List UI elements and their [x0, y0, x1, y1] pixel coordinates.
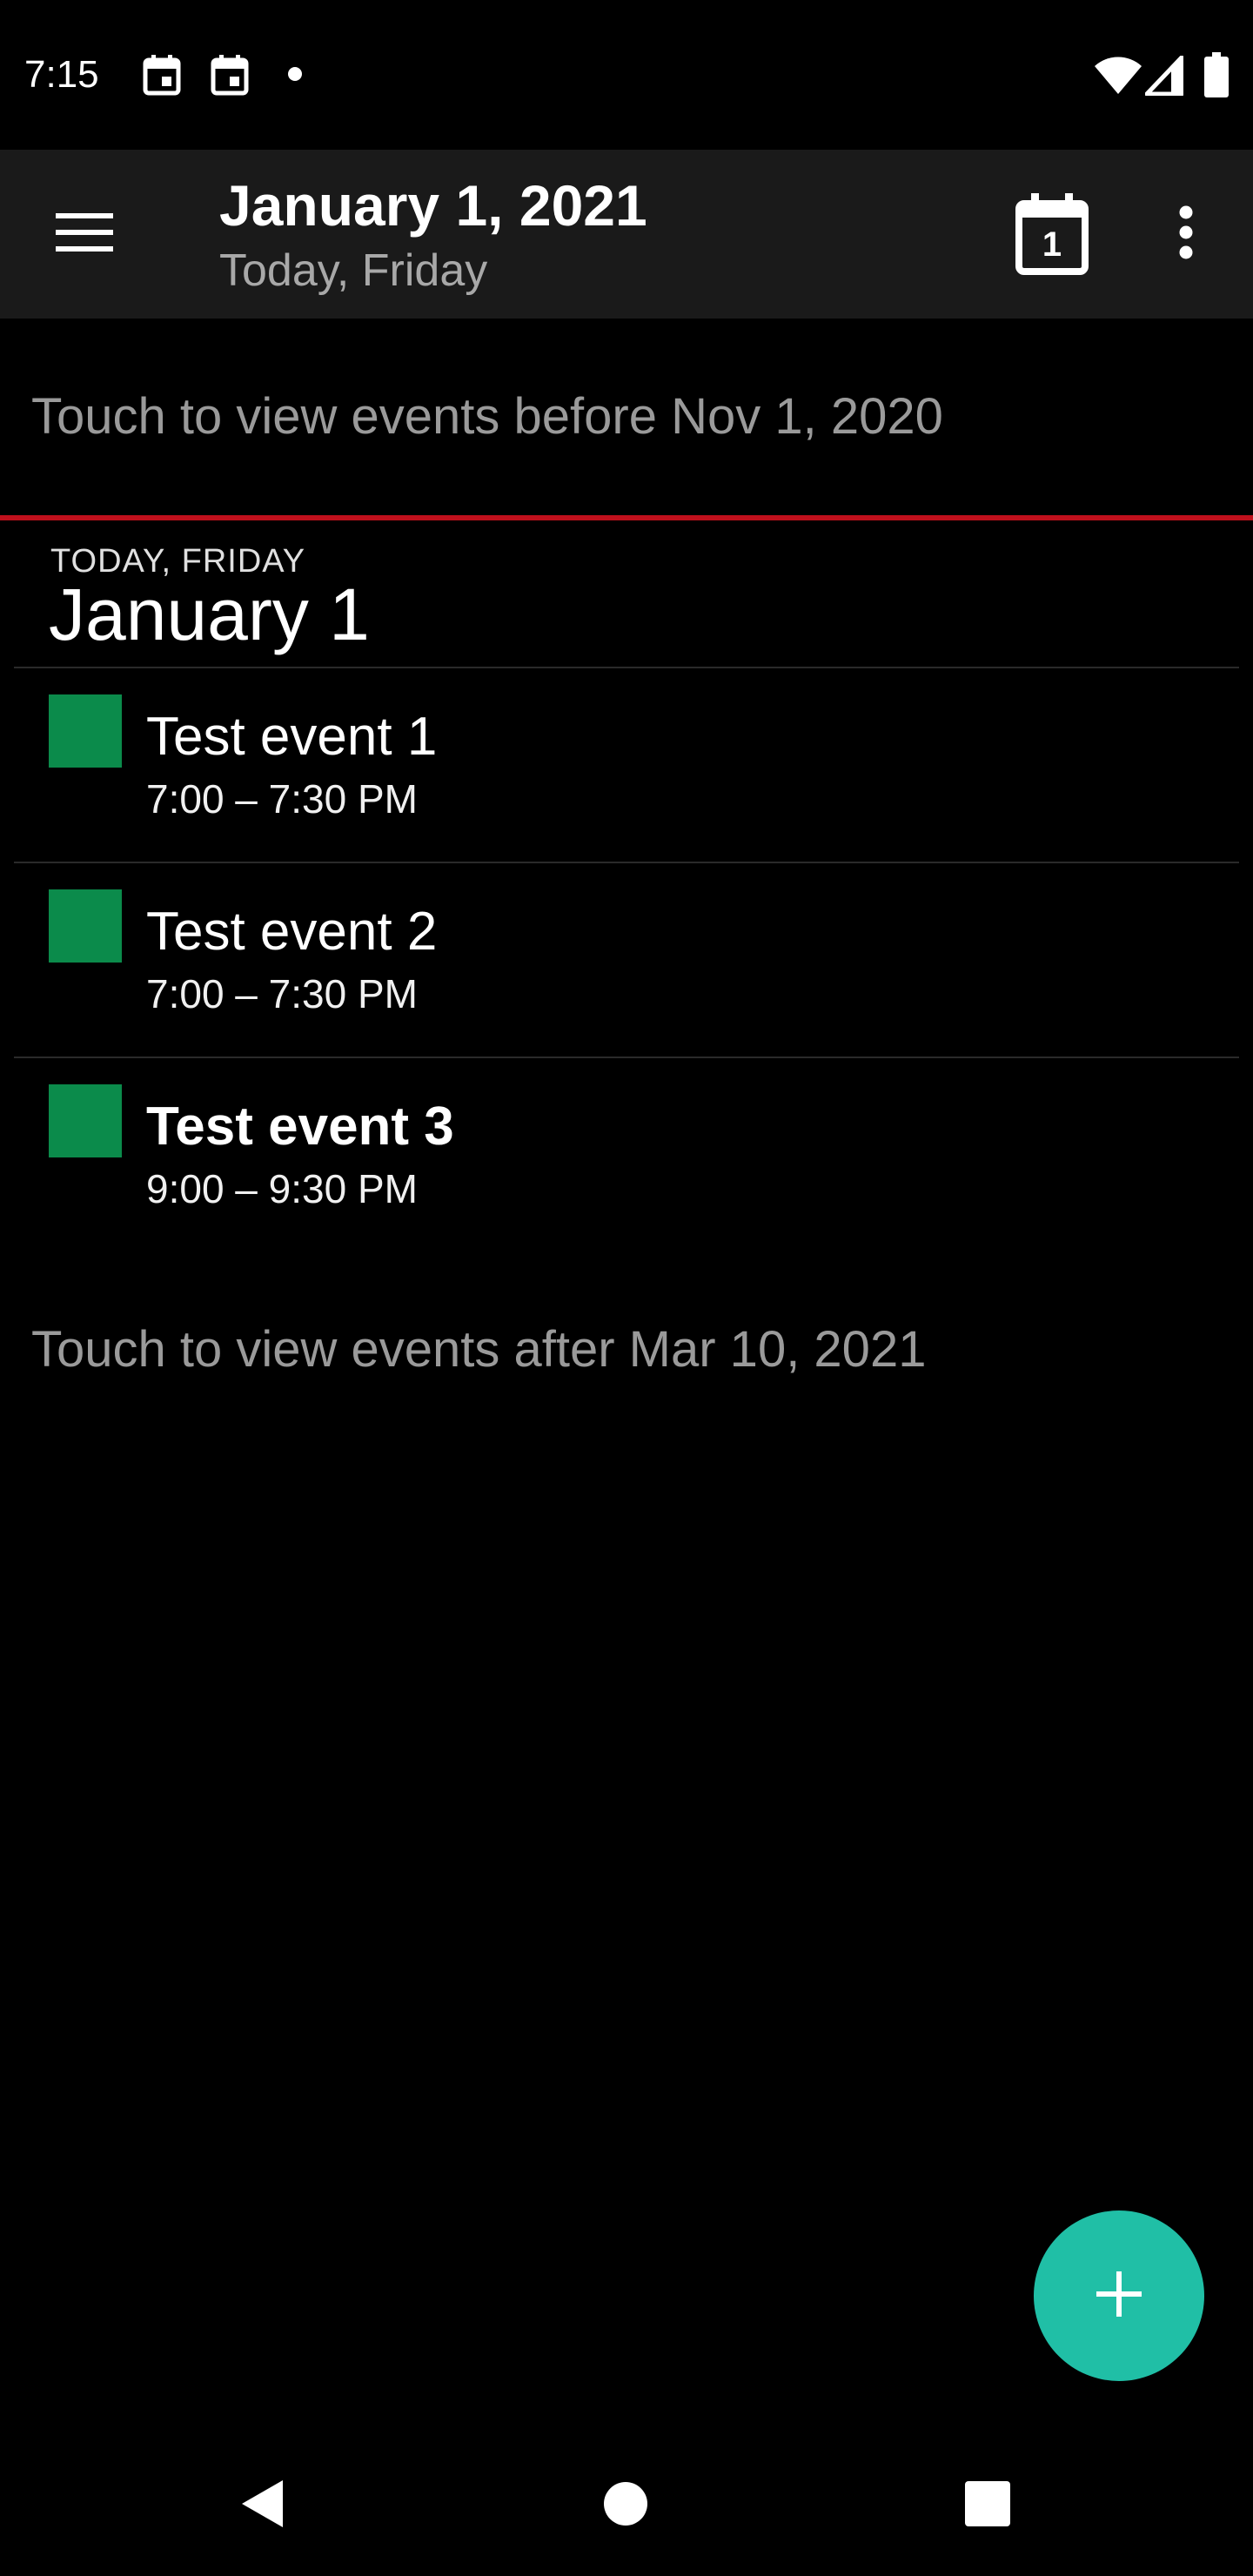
event-item[interactable]: Test event 2 7:00 – 7:30 PM — [0, 863, 1253, 1057]
back-button[interactable] — [214, 2458, 310, 2553]
current-time-indicator — [0, 515, 1253, 520]
add-event-button[interactable] — [1034, 2210, 1204, 2381]
calendar-today-icon: 1 — [1015, 193, 1089, 275]
event-item[interactable]: Test event 1 7:00 – 7:30 PM — [0, 668, 1253, 862]
today-day-number: 1 — [1042, 225, 1062, 264]
calendar-icon — [211, 54, 249, 100]
calendar-icon — [143, 54, 181, 100]
event-time: 7:00 – 7:30 PM — [146, 971, 418, 1016]
page-title: January 1, 2021 — [219, 173, 647, 238]
home-icon — [603, 2481, 648, 2531]
menu-button[interactable] — [35, 184, 134, 284]
event-item[interactable]: Test event 3 9:00 – 9:30 PM — [0, 1058, 1253, 1251]
recents-icon — [965, 2480, 1010, 2531]
menu-icon — [56, 211, 113, 258]
event-color-swatch — [49, 1084, 122, 1157]
more-options-button[interactable] — [1147, 184, 1225, 284]
event-time: 7:00 – 7:30 PM — [146, 776, 418, 822]
recents-button[interactable] — [940, 2458, 1035, 2553]
event-title: Test event 3 — [146, 1097, 454, 1157]
day-header-date: January 1 — [49, 574, 370, 655]
load-earlier-events[interactable]: Touch to view events before Nov 1, 2020 — [31, 386, 943, 447]
event-color-swatch — [49, 694, 122, 768]
event-title: Test event 2 — [146, 902, 438, 962]
event-title: Test event 1 — [146, 707, 438, 767]
wifi-icon — [1093, 56, 1143, 100]
more-vert-icon — [1178, 205, 1194, 264]
load-later-events[interactable]: Touch to view events after Mar 10, 2021 — [31, 1319, 926, 1380]
signal-icon — [1144, 55, 1184, 100]
status-bar: 7:15 — [0, 0, 1253, 150]
go-to-today-button[interactable]: 1 — [1002, 184, 1102, 284]
back-icon — [239, 2479, 285, 2533]
app-bar: January 1, 2021 Today, Friday 1 — [0, 150, 1253, 319]
navigation-bar — [0, 2433, 1253, 2576]
home-button[interactable] — [578, 2458, 673, 2553]
event-color-swatch — [49, 889, 122, 963]
event-time: 9:00 – 9:30 PM — [146, 1166, 418, 1211]
battery-icon — [1204, 52, 1229, 102]
screen: 7:15 January 1, 2021 Today, Friday 1 Tou… — [0, 0, 1253, 2576]
dot-icon — [287, 66, 303, 86]
status-time: 7:15 — [24, 53, 99, 96]
page-subtitle: Today, Friday — [219, 245, 488, 296]
plus-icon — [1096, 2271, 1142, 2321]
